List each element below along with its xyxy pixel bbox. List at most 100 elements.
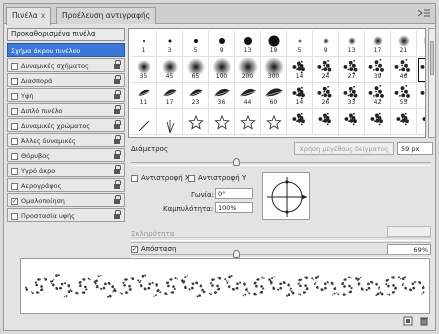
brush-tip[interactable]: 39 — [365, 57, 391, 83]
brush-tip[interactable]: 19 — [261, 31, 287, 57]
brush-tip[interactable]: 36 — [209, 83, 235, 109]
tab-brushes[interactable]: Πινέλα x — [6, 7, 52, 25]
brush-tip[interactable]: 44 — [235, 83, 261, 109]
new-brush-icon[interactable] — [403, 316, 413, 326]
lock-icon[interactable] — [114, 75, 121, 84]
lock-icon[interactable] — [114, 60, 121, 69]
brush-tip[interactable] — [209, 109, 235, 135]
flip-y-checkbox[interactable]: Αντιστροφή Y — [188, 174, 246, 182]
brush-presets-button[interactable]: Προκαθορισμένα πινέλα — [7, 28, 125, 41]
brush-tip[interactable]: 35 — [131, 57, 157, 83]
brush-option-7[interactable]: Θόρυβος — [7, 148, 125, 162]
brush-tip[interactable]: 5 — [183, 31, 209, 57]
diameter-slider[interactable] — [131, 158, 431, 166]
flip-y-box[interactable] — [188, 174, 195, 182]
brush-tip[interactable]: 14 — [287, 57, 313, 83]
tab-clone-source[interactable]: Προέλευση αντιγραφής — [56, 7, 157, 24]
brush-tip[interactable] — [365, 109, 391, 135]
lock-icon[interactable] — [114, 180, 121, 189]
brush-tip[interactable]: 13 — [339, 31, 365, 57]
flip-x-box[interactable] — [131, 174, 138, 182]
brush-tip[interactable]: 300 — [261, 57, 287, 83]
brush-option-6[interactable]: Άλλες δυναμικές — [7, 133, 125, 147]
lock-icon[interactable] — [114, 120, 121, 129]
lock-icon[interactable] — [114, 165, 121, 174]
brush-tip[interactable]: 45 — [157, 57, 183, 83]
diameter-slider-knob[interactable] — [233, 158, 240, 166]
spacing-box[interactable]: ✓ — [131, 245, 138, 253]
brush-tip[interactable] — [235, 109, 261, 135]
brush-tip[interactable]: 42 — [365, 83, 391, 109]
brush-tip[interactable] — [131, 109, 157, 135]
lock-icon[interactable] — [114, 150, 121, 159]
brush-option-checkbox[interactable] — [11, 182, 18, 190]
brush-tip[interactable]: 33 — [339, 83, 365, 109]
brush-tip[interactable] — [287, 109, 313, 135]
brush-tip[interactable]: 17 — [365, 31, 391, 57]
brush-tip[interactable]: 23 — [183, 83, 209, 109]
lock-icon[interactable] — [114, 135, 121, 144]
lock-icon[interactable] — [114, 90, 121, 99]
lock-icon[interactable] — [114, 195, 121, 204]
brush-tip-grid[interactable]: 1 3 5 9 13 19 5 9 13 17 21 35 45 65 100 200 300 14 24 27 39 4… — [128, 28, 426, 138]
brush-option-checkbox[interactable] — [11, 152, 18, 160]
trash-icon[interactable] — [419, 316, 429, 326]
brush-tip[interactable]: 24 — [313, 57, 339, 83]
brush-tip[interactable]: 11 — [131, 83, 157, 109]
brush-option-checkbox[interactable] — [11, 62, 18, 70]
brush-option-2[interactable]: Διασπορά — [7, 73, 125, 87]
brush-tip[interactable]: 46 — [391, 57, 417, 83]
brush-option-8[interactable]: Υγρό άκρο — [7, 163, 125, 177]
brush-tip[interactable]: 70 — [417, 83, 425, 109]
brush-option-checkbox[interactable] — [11, 167, 18, 175]
brush-tip[interactable] — [391, 109, 417, 135]
panel-menu-icon[interactable] — [417, 8, 431, 20]
roundness-input[interactable]: 100% — [215, 202, 253, 213]
use-sample-size-button[interactable]: Χρήση μεγέθους δείγματος — [294, 142, 394, 155]
brush-tip[interactable] — [261, 109, 287, 135]
brush-option-checkbox[interactable]: ✓ — [11, 197, 18, 205]
brush-tip[interactable]: 9 — [313, 31, 339, 57]
spacing-checkbox[interactable]: ✓ Απόσταση — [131, 245, 176, 253]
brush-tip[interactable]: 1 — [131, 31, 157, 57]
scrollbar-thumb[interactable] — [430, 41, 434, 75]
brush-tip[interactable] — [417, 109, 425, 135]
brush-option-checkbox[interactable] — [11, 122, 18, 130]
brush-tip[interactable]: 27 — [417, 31, 425, 57]
brush-tip[interactable] — [339, 109, 365, 135]
brush-tip[interactable]: 27 — [339, 57, 365, 83]
brush-tip[interactable]: 13 — [235, 31, 261, 57]
angle-input[interactable]: 0° — [215, 188, 253, 199]
brush-option-4[interactable]: Διπλό πινέλο — [7, 103, 125, 117]
brush-option-0[interactable]: Σχήμα άκρου πινέλου — [7, 43, 125, 57]
brush-tip[interactable] — [313, 109, 339, 135]
brush-tip[interactable]: 3 — [157, 31, 183, 57]
brush-tip[interactable]: 65 — [183, 57, 209, 83]
brush-option-checkbox[interactable] — [11, 212, 18, 220]
brush-tip[interactable]: 55 — [391, 83, 417, 109]
brush-tip[interactable] — [157, 109, 183, 135]
brush-tip[interactable]: 17 — [157, 83, 183, 109]
brush-tip[interactable] — [183, 109, 209, 135]
lock-icon[interactable] — [114, 210, 121, 219]
tab-close-icon[interactable]: x — [41, 11, 45, 20]
brush-option-11[interactable]: Προστασία υφής — [7, 208, 125, 222]
brush-tip[interactable]: 21 — [391, 31, 417, 57]
brush-grid-scrollbar[interactable] — [428, 28, 436, 138]
brush-option-checkbox[interactable] — [11, 137, 18, 145]
brush-option-checkbox[interactable] — [11, 92, 18, 100]
spacing-slider-knob[interactable] — [233, 250, 240, 258]
brush-tip[interactable]: 100 — [209, 57, 235, 83]
brush-tip[interactable]: 9 — [209, 31, 235, 57]
brush-option-checkbox[interactable] — [11, 77, 18, 85]
lock-icon[interactable] — [114, 105, 121, 114]
brush-option-5[interactable]: Δυναμικές χρώματος — [7, 118, 125, 132]
brush-angle-preview[interactable] — [262, 172, 310, 220]
diameter-input[interactable]: 59 px — [397, 142, 433, 155]
brush-tip[interactable]: 200 — [235, 57, 261, 83]
brush-tip[interactable]: 60 — [261, 83, 287, 109]
brush-tip[interactable]: 26 — [313, 83, 339, 109]
brush-tip-selected[interactable]: 59 — [417, 57, 425, 83]
flip-x-checkbox[interactable]: Αντιστροφή X — [131, 174, 190, 182]
brush-tip[interactable]: 5 — [287, 31, 313, 57]
